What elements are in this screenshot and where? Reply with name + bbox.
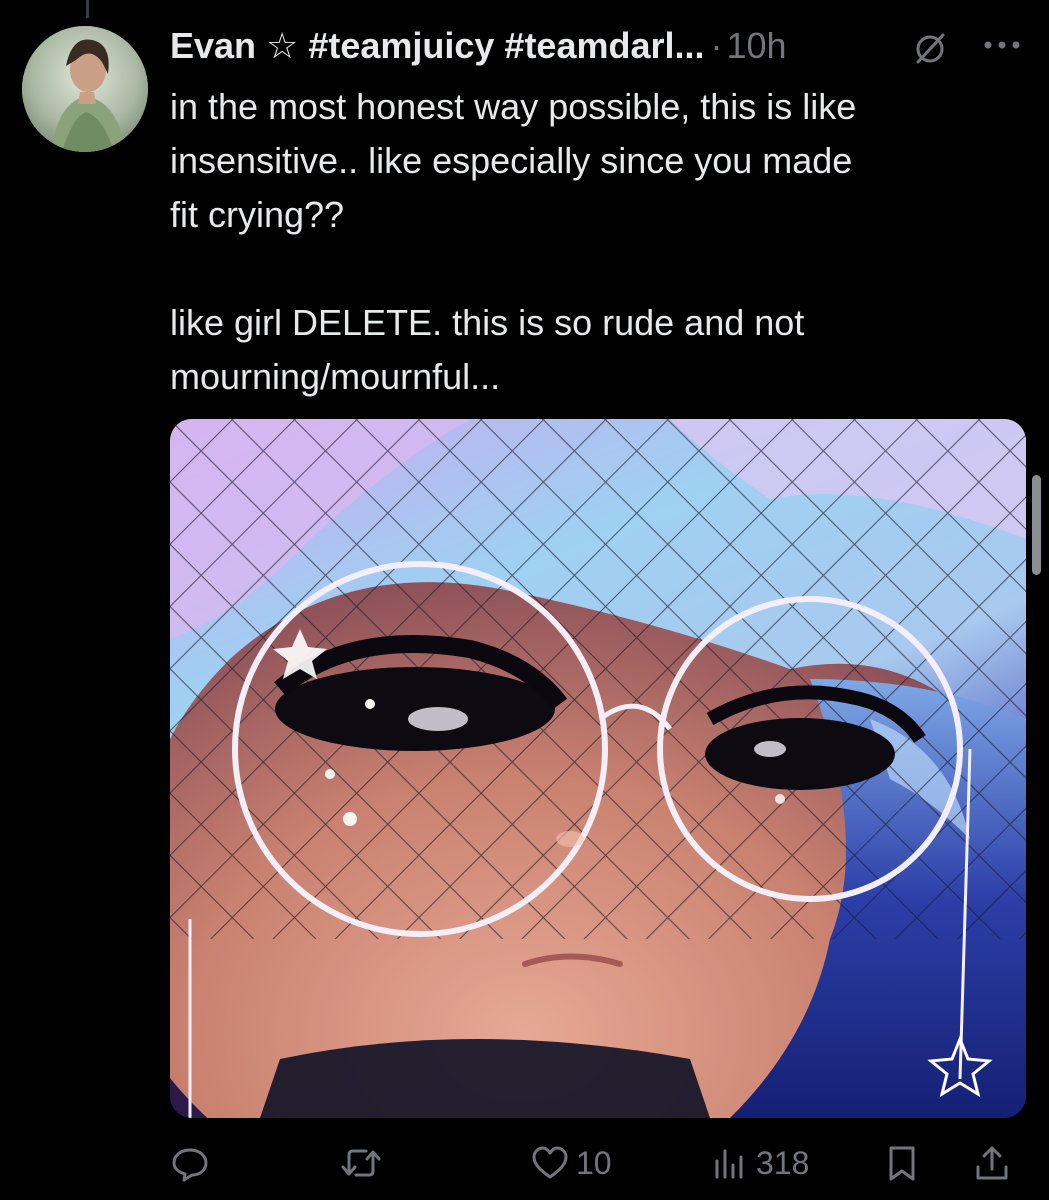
tweet-actions: 10 318 <box>170 1138 1030 1188</box>
like-count: 10 <box>576 1144 612 1181</box>
bookmark-button[interactable] <box>882 1138 922 1188</box>
retweet-button[interactable] <box>340 1138 382 1188</box>
heart-icon <box>532 1146 568 1179</box>
view-count: 318 <box>756 1144 810 1181</box>
reply-icon <box>172 1148 208 1182</box>
share-icon <box>976 1146 1008 1180</box>
tweet-text-line: in the most honest way possible, this is… <box>170 86 857 127</box>
tweet-text-line: insensitive.. like especially since you … <box>170 140 853 181</box>
avatar[interactable] <box>22 26 148 152</box>
separator-dot: · <box>710 25 723 66</box>
reply-button[interactable] <box>170 1138 210 1188</box>
tweet-media-image[interactable] <box>170 419 1026 1118</box>
views-button[interactable]: 318 <box>710 1138 809 1188</box>
more-icon[interactable] <box>978 30 1026 60</box>
display-name[interactable]: Evan ☆ #teamjuicy #teamdarl... <box>170 25 705 67</box>
scrollbar[interactable] <box>1032 475 1041 575</box>
tweet-text: in the most honest way possible, this is… <box>170 80 1010 404</box>
views-icon <box>715 1149 743 1179</box>
tweet-header: Evan ☆ #teamjuicy #teamdarl... · 10h <box>170 20 1030 72</box>
retweet-icon <box>341 1149 381 1177</box>
like-button[interactable]: 10 <box>530 1138 612 1188</box>
bookmark-icon <box>889 1146 915 1181</box>
tweet-text-line: like girl DELETE. this is so rude and no… <box>170 302 805 343</box>
share-button[interactable] <box>972 1138 1012 1188</box>
thread-line <box>86 0 89 18</box>
tweet: Evan ☆ #teamjuicy #teamdarl... · 10h in … <box>170 20 1030 404</box>
timestamp[interactable]: 10h <box>727 25 787 67</box>
no-reply-icon <box>916 33 945 64</box>
tweet-text-line: fit crying?? <box>170 194 345 235</box>
tweet-text-line: mourning/mournful... <box>170 356 501 397</box>
